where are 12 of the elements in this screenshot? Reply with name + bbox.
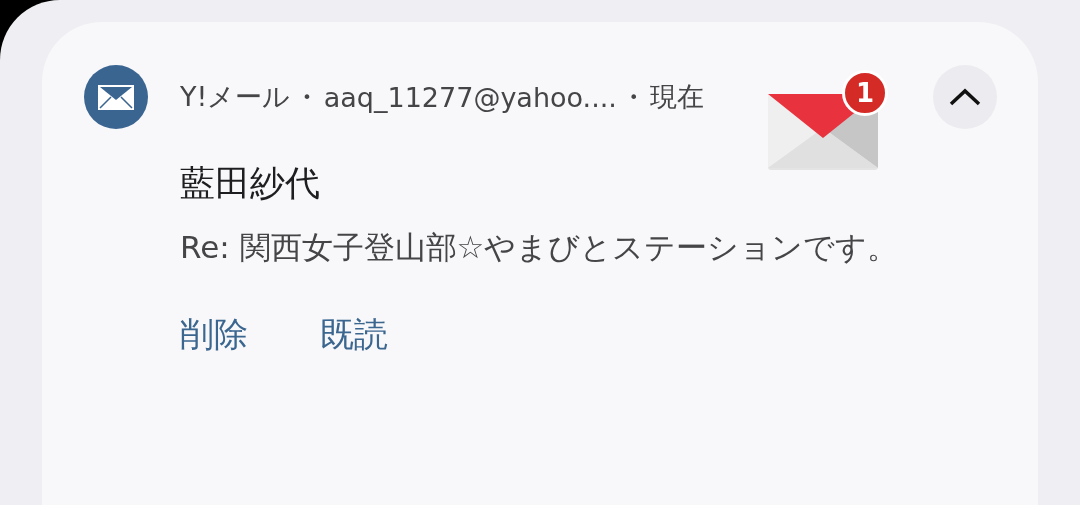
timestamp: 現在	[650, 80, 705, 114]
mail-app-icon	[84, 65, 148, 129]
unread-badge: 1	[842, 70, 888, 116]
sender-name: 藍田紗代	[180, 162, 321, 205]
separator-dot: •	[628, 87, 639, 107]
action-button[interactable]: 削除	[180, 312, 248, 358]
separator-dot: •	[302, 87, 312, 107]
message-preview: Re: 関西女子登山部☆やまびとステーションです。	[180, 228, 900, 267]
account-address: aaq_11277@yahoo....	[323, 81, 617, 113]
chevron-up-icon	[948, 87, 982, 107]
action-button[interactable]: 既読	[320, 312, 388, 358]
app-name: Y!メール	[180, 80, 291, 114]
